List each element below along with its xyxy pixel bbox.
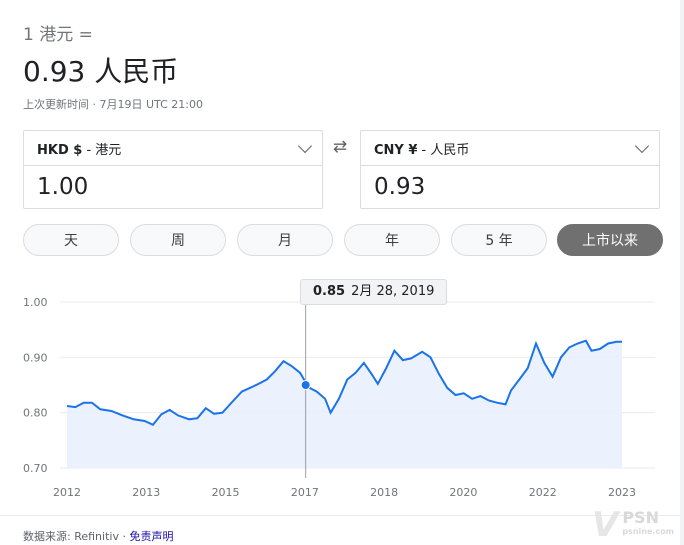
footer-divider <box>0 515 680 516</box>
to-amount-input[interactable]: 0.93 <box>361 166 659 200</box>
x-tick-label: 2015 <box>212 486 240 499</box>
watermark-logo: V <box>592 505 619 545</box>
chart-highlight-dot <box>300 380 311 390</box>
y-tick-label: 0.70 <box>23 462 48 475</box>
watermark: V PSN psnine.com <box>592 505 674 545</box>
y-tick-label: 0.90 <box>23 351 48 364</box>
exchange-rate-chart[interactable]: 1.00 0.90 0.80 0.70 2012 2013 2015 2017 2018 202… <box>0 278 684 508</box>
range-max-button[interactable]: 上市以来 <box>557 224 663 256</box>
x-tick-label: 2017 <box>291 486 319 499</box>
range-day-button[interactable]: 天 <box>23 224 119 256</box>
chevron-down-icon <box>634 138 650 153</box>
x-tick-label: 2023 <box>608 486 636 499</box>
x-tick-label: 2020 <box>449 486 477 499</box>
from-currency-label: HKD $ - 港元 <box>37 142 122 158</box>
to-currency-box: CNY ¥ - 人民币 0.93 <box>360 130 660 209</box>
footer: 数据来源: Refinitiv · 免责声明 <box>23 530 174 543</box>
to-currency-label: CNY ¥ - 人民币 <box>374 142 470 158</box>
range-5year-button[interactable]: 5 年 <box>451 224 547 256</box>
chart-area-fill <box>67 340 622 468</box>
conversion-result: 0.93 人民币 <box>23 55 179 88</box>
range-month-button[interactable]: 月 <box>237 224 333 256</box>
x-axis-labels: 2012 2013 2015 2017 2018 2020 2022 2023 <box>53 486 636 499</box>
y-axis-labels: 1.00 0.90 0.80 0.70 <box>23 296 48 475</box>
to-currency-select[interactable]: CNY ¥ - 人民币 <box>361 131 659 166</box>
x-tick-label: 2018 <box>370 486 398 499</box>
from-currency-select[interactable]: HKD $ - 港元 <box>24 131 322 166</box>
chevron-down-icon <box>297 138 313 153</box>
x-tick-label: 2013 <box>132 486 160 499</box>
disclaimer-link[interactable]: 免责声明 <box>129 530 173 543</box>
last-updated: 上次更新时间 · 7月19日 UTC 21:00 <box>23 98 203 111</box>
from-currency-box: HKD $ - 港元 1.00 <box>23 130 323 209</box>
chart-tooltip: 0.85 2月 28, 2019 <box>300 279 448 305</box>
y-tick-label: 0.80 <box>23 407 48 420</box>
y-tick-label: 1.00 <box>23 296 48 309</box>
range-week-button[interactable]: 周 <box>130 224 226 256</box>
x-tick-label: 2012 <box>53 486 81 499</box>
range-year-button[interactable]: 年 <box>344 224 440 256</box>
swap-icon[interactable]: ⇄ <box>330 137 350 157</box>
x-tick-label: 2022 <box>529 486 557 499</box>
conversion-base: 1 港元 = <box>23 25 93 45</box>
from-amount-input[interactable]: 1.00 <box>24 166 322 200</box>
